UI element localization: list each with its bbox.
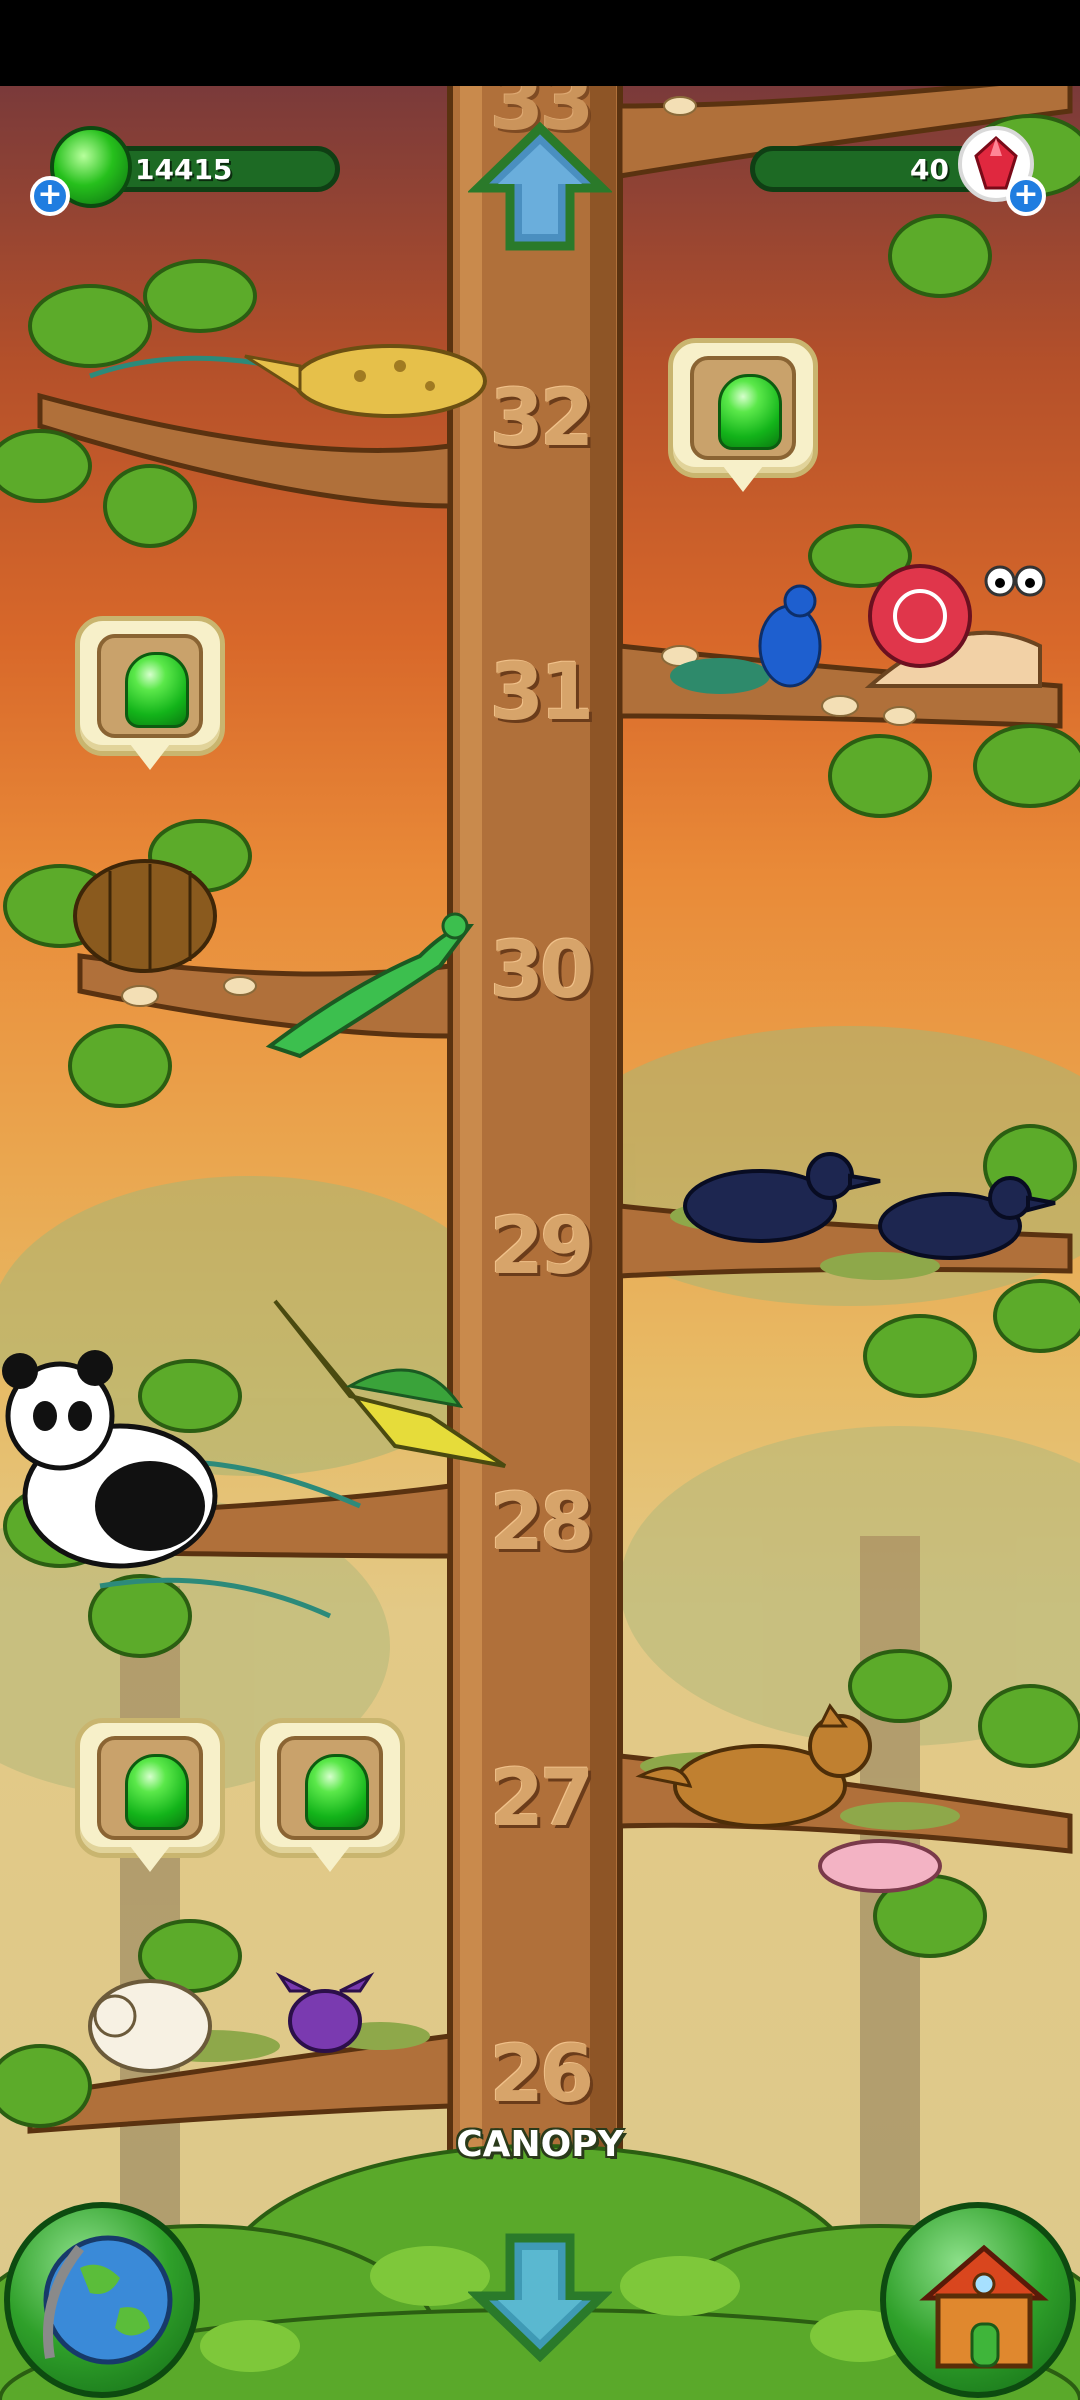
jelly-reward-bubble[interactable] (255, 1718, 405, 1878)
up-arrow-icon[interactable] (468, 122, 612, 252)
green-jelly-icon (125, 652, 189, 728)
status-bar (0, 0, 1080, 86)
tree-scene[interactable]: 33 32 31 30 29 28 27 26 14415 + 40 + CAN… (0, 86, 1080, 2400)
level-number: 31 (489, 648, 595, 738)
gem-count: 40 (910, 153, 949, 186)
house-button[interactable] (880, 2202, 1076, 2398)
area-label: CANOPY (456, 2124, 624, 2165)
level-number: 28 (489, 1478, 595, 1568)
globe-button[interactable] (4, 2202, 200, 2398)
jelly-count: 14415 (135, 153, 233, 186)
gem-currency-counter[interactable]: 40 + (730, 126, 1050, 216)
jelly-reward-bubble[interactable] (75, 616, 225, 776)
globe-icon (43, 2235, 173, 2365)
level-number: 29 (489, 1202, 595, 1292)
add-jelly-button[interactable]: + (30, 176, 70, 216)
jelly-currency-counter[interactable]: 14415 + (30, 126, 350, 216)
house-icon (919, 2244, 1049, 2369)
gem-counter-bar (750, 146, 990, 192)
naked-mole-rat-animal (818, 1839, 942, 1893)
level-number: 30 (489, 926, 595, 1016)
sheep-animal (88, 1979, 212, 2073)
jelly-reward-bubble[interactable] (75, 1718, 225, 1878)
level-number: 26 (489, 2030, 595, 2120)
armadillo-animal (73, 859, 217, 973)
level-number: 32 (489, 374, 595, 464)
level-number: 27 (489, 1754, 595, 1844)
green-jelly-icon (125, 1754, 189, 1830)
green-jelly-icon (305, 1754, 369, 1830)
green-jelly-icon (718, 374, 782, 450)
peacock-animal (670, 584, 822, 694)
jelly-reward-bubble[interactable] (668, 338, 818, 498)
down-arrow-icon[interactable] (468, 2232, 612, 2362)
flying-fish-animal (244, 344, 487, 418)
snail-animal (864, 564, 1046, 688)
add-gems-button[interactable]: + (1006, 176, 1046, 216)
